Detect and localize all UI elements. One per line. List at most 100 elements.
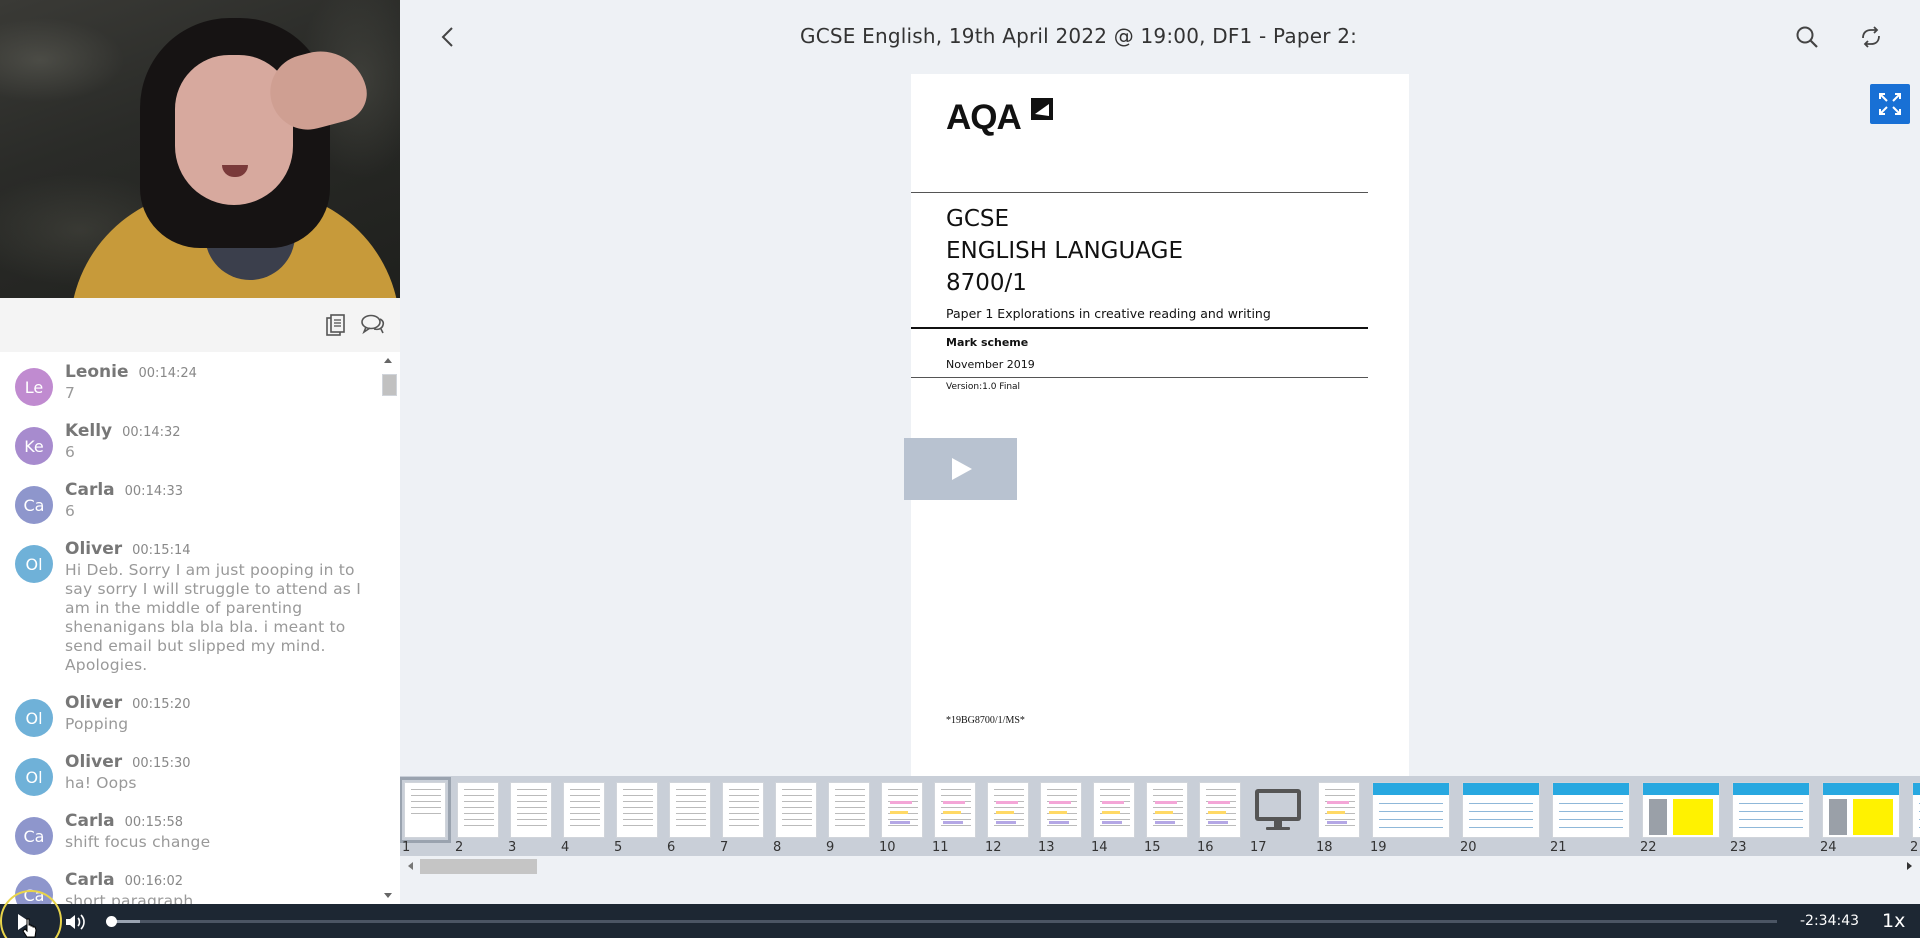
- slide-thumbnail[interactable]: [722, 782, 764, 838]
- slide-divider-thick: [911, 327, 1368, 329]
- chat-message: Ca Carla 00:14:33 6: [0, 470, 376, 529]
- chat-message: Ol Oliver 00:15:30 ha! Oops: [0, 742, 376, 801]
- mouse-cursor-icon: [22, 918, 37, 938]
- slide-thumbnail[interactable]: [1199, 782, 1241, 838]
- chat-message-header: Oliver 00:15:14: [65, 539, 376, 559]
- slide-thumbnail-number: 13: [1038, 840, 1055, 855]
- slide-thumbnail-number: 19: [1370, 840, 1387, 855]
- slide-thumbnail-number: 17: [1250, 840, 1267, 855]
- chat-message-header: Carla 00:15:58: [65, 811, 376, 831]
- presenter-video[interactable]: [0, 0, 400, 298]
- slide-heading-code: 8700/1: [946, 270, 1027, 296]
- slide-thumbnail[interactable]: [1372, 782, 1450, 838]
- aqa-logo: AQA: [946, 98, 1022, 137]
- slide-thumbnail[interactable]: [563, 782, 605, 838]
- slide-thumbnail-number: 5: [614, 840, 623, 855]
- slide-barcode-text: *19BG8700/1/MS*: [946, 715, 1025, 726]
- chat-message-header: Oliver 00:15:20: [65, 693, 376, 713]
- slide-thumbnail[interactable]: [1318, 782, 1360, 838]
- monitor-icon[interactable]: [1252, 786, 1304, 834]
- slide-thumbnail[interactable]: [987, 782, 1029, 838]
- fullscreen-icon[interactable]: [1870, 84, 1910, 124]
- slide-thumbnail-number: 8: [773, 840, 782, 855]
- avatar: Ol: [15, 545, 53, 583]
- slide-thumbnail-number: 20: [1460, 840, 1477, 855]
- chat-author: Carla: [65, 480, 115, 500]
- slide-thumbnail-number: 24: [1820, 840, 1837, 855]
- slide-thumbnail[interactable]: [457, 782, 499, 838]
- notes-icon[interactable]: [322, 312, 348, 338]
- scroll-left-arrow-icon[interactable]: [408, 862, 413, 870]
- slide-thumbnail-number: 7: [720, 840, 729, 855]
- search-icon[interactable]: [1794, 24, 1820, 50]
- slide-viewer[interactable]: AQA GCSE ENGLISH LANGUAGE 8700/1 Paper 1…: [911, 74, 1409, 776]
- thumbnail-scrollbar[interactable]: [400, 856, 1920, 876]
- avatar: Le: [15, 368, 53, 406]
- app-root: Le Leonie 00:14:24 7 Ke Kelly 00:14:32 6 Ca Carla…: [0, 0, 1920, 938]
- chat-timestamp: 00:14:33: [124, 484, 184, 499]
- slide-thumbnail[interactable]: [828, 782, 870, 838]
- slide-divider: [911, 377, 1368, 378]
- volume-icon[interactable]: [64, 913, 86, 931]
- chat-author: Oliver: [65, 693, 123, 713]
- chat-toolbar: [0, 298, 400, 352]
- slide-thumbnail[interactable]: [1732, 782, 1810, 838]
- scroll-down-arrow-icon[interactable]: [384, 893, 392, 898]
- slide-thumbnail[interactable]: [1912, 782, 1920, 838]
- chevron-left-icon[interactable]: [436, 24, 460, 50]
- slide-thumbnail[interactable]: [1822, 782, 1900, 838]
- slide-thumbnail[interactable]: [1552, 782, 1630, 838]
- progress-bar[interactable]: [106, 916, 1777, 927]
- slide-thumbnail[interactable]: [881, 782, 923, 838]
- slide-thumbnail-number: 9: [826, 840, 835, 855]
- scroll-right-arrow-icon[interactable]: [1907, 862, 1912, 870]
- chat-icon[interactable]: [360, 312, 386, 338]
- slide-thumbnail[interactable]: [1093, 782, 1135, 838]
- top-bar: GCSE English, 19th April 2022 @ 19:00, D…: [400, 0, 1920, 124]
- slide-thumbnail[interactable]: [1146, 782, 1188, 838]
- chat-author: Leonie: [65, 362, 129, 382]
- slide-thumbnail[interactable]: [510, 782, 552, 838]
- slide-thumbnail[interactable]: [1642, 782, 1720, 838]
- slide-thumbnail[interactable]: [400, 777, 451, 843]
- slide-heading-subject: ENGLISH LANGUAGE: [946, 238, 1183, 264]
- progress-knob[interactable]: [106, 916, 117, 927]
- chat-message: Le Leonie 00:14:24 7: [0, 352, 376, 411]
- slide-thumbnail[interactable]: [934, 782, 976, 838]
- slide-paper-title: Paper 1 Explorations in creative reading…: [946, 306, 1271, 321]
- chat-message-text: short paragraph: [65, 892, 194, 904]
- chat-message-header: Carla 00:14:33: [65, 480, 376, 500]
- slide-thumbnail-number: 23: [1730, 840, 1747, 855]
- chat-message-header: Carla 00:16:02: [65, 870, 376, 890]
- slide-thumbnail[interactable]: [669, 782, 711, 838]
- slide-thumbnail-number: 2: [455, 840, 464, 855]
- page-title: GCSE English, 19th April 2022 @ 19:00, D…: [800, 24, 1360, 48]
- chat-scrollbar[interactable]: [381, 356, 397, 900]
- slide-thumbnail[interactable]: [1462, 782, 1540, 838]
- slide-thumbnail-strip[interactable]: 1 2 3 4 5 6 7 8 9 10 11 12 13 14 15 16 17 18 19 20 21 22 23 24 2: [400, 776, 1920, 856]
- slide-thumbnail[interactable]: [616, 782, 658, 838]
- chat-message-list[interactable]: Le Leonie 00:14:24 7 Ke Kelly 00:14:32 6 Ca Carla…: [0, 352, 376, 904]
- chat-scroll-thumb[interactable]: [382, 374, 397, 396]
- avatar: Ke: [15, 427, 53, 465]
- slide-date: November 2019: [946, 358, 1035, 371]
- rotate-icon[interactable]: [1858, 24, 1884, 50]
- slide-thumbnail-number: 15: [1144, 840, 1161, 855]
- chat-message-header: Leonie 00:14:24: [65, 362, 376, 382]
- slide-thumbnail-number: 10: [879, 840, 896, 855]
- time-remaining: -2:34:43: [1800, 913, 1860, 929]
- slide-thumbnail[interactable]: [1040, 782, 1082, 838]
- slide-thumbnail-number: 6: [667, 840, 676, 855]
- playback-speed-button[interactable]: 1x: [1882, 910, 1905, 932]
- chat-timestamp: 00:15:14: [132, 543, 191, 558]
- slide-thumbnail-number: 18: [1316, 840, 1333, 855]
- chat-message-text: ha! Oops: [65, 774, 137, 792]
- thumbnail-scroll-thumb[interactable]: [420, 859, 537, 874]
- slide-play-button[interactable]: [904, 438, 1017, 500]
- slide-thumbnail-number: 12: [985, 840, 1002, 855]
- slide-thumbnail-number: 16: [1197, 840, 1214, 855]
- chat-message-text: 7: [65, 384, 76, 402]
- slide-thumbnail[interactable]: [775, 782, 817, 838]
- scroll-up-arrow-icon[interactable]: [384, 358, 392, 363]
- slide-thumbnail-number: 3: [508, 840, 517, 855]
